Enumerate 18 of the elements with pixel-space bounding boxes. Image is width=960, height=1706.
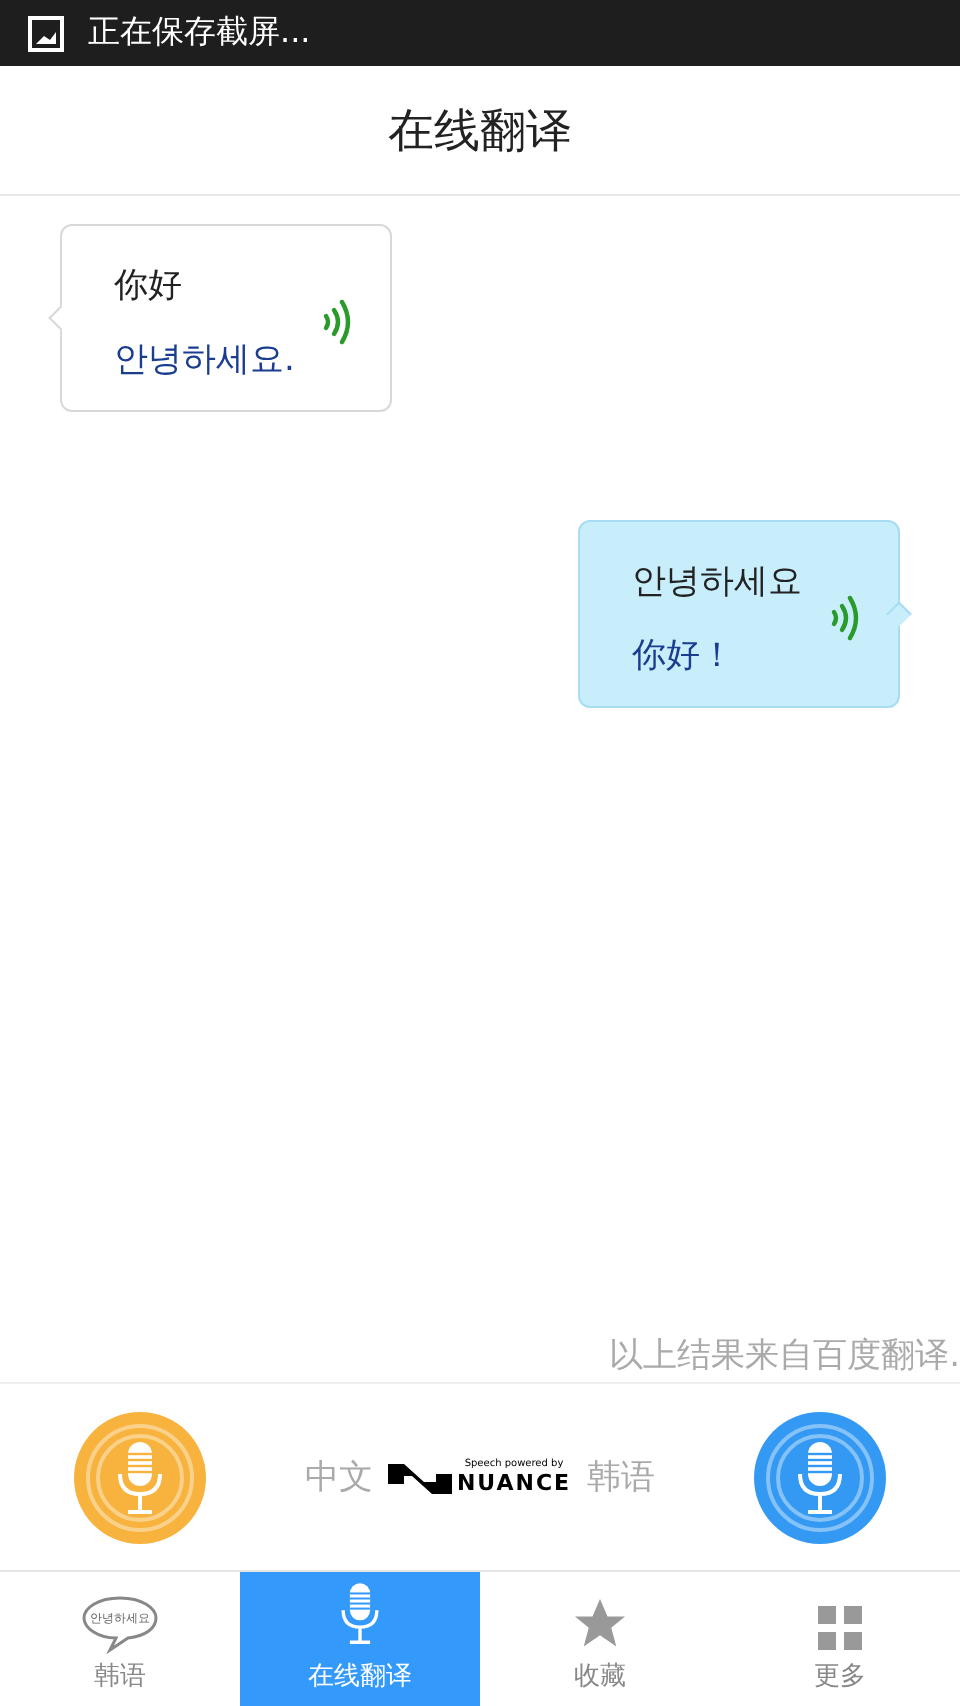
page-title: 在线翻译 — [388, 103, 572, 161]
source-note: 以上结果来自百度翻译. — [609, 1334, 960, 1378]
notification-text: 正在保存截屏... — [88, 12, 311, 54]
logo-text: NUANCE — [456, 1470, 572, 1496]
image-icon — [28, 15, 64, 51]
translation-text: 你好！ — [632, 634, 736, 678]
grid-icon — [814, 1602, 866, 1654]
language-label: 中文 — [304, 1456, 373, 1500]
language-label: 韩语 — [587, 1456, 656, 1500]
sound-icon[interactable] — [830, 592, 862, 644]
source-text: 你好 — [114, 264, 184, 308]
microphone-icon — [763, 1421, 876, 1533]
sound-icon[interactable] — [322, 296, 355, 348]
logo-icon — [388, 1459, 453, 1495]
source-text: 안녕하세요 — [632, 560, 802, 604]
microphone-icon — [84, 1421, 196, 1533]
tab[interactable]: 在线翻译 — [240, 1572, 480, 1706]
translation-text: 안녕하세요. — [114, 338, 295, 382]
